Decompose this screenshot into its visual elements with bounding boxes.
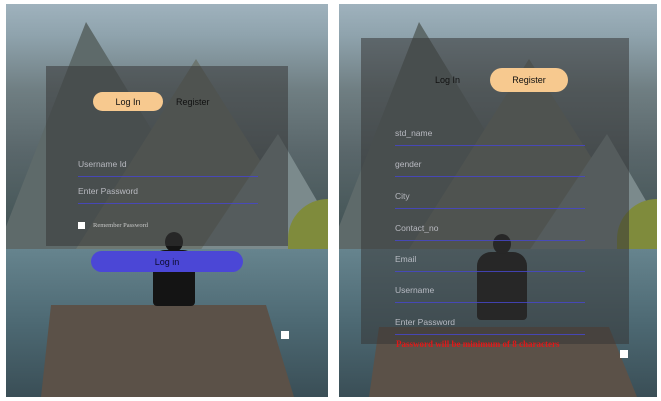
username-field[interactable]: Username Id <box>78 159 258 177</box>
login-form-box <box>46 66 288 246</box>
std-name-placeholder: std_name <box>395 128 433 138</box>
city-field[interactable]: City <box>395 191 585 209</box>
white-square-marker <box>620 350 628 358</box>
login-button[interactable]: Log in <box>91 251 243 272</box>
city-placeholder: City <box>395 191 410 201</box>
username-placeholder: Username Id <box>78 159 127 169</box>
email-placeholder: Email <box>395 254 417 264</box>
username-field[interactable]: Username <box>395 285 585 303</box>
remember-label: Remember Password <box>93 222 149 229</box>
password-placeholder: Enter Password <box>78 186 138 196</box>
contact-no-field[interactable]: Contact_no <box>395 223 585 241</box>
password-field[interactable]: Enter Password <box>78 186 258 204</box>
tab-login[interactable]: Log In <box>435 75 460 85</box>
email-field[interactable]: Email <box>395 254 585 272</box>
gender-placeholder: gender <box>395 159 422 169</box>
white-square-marker <box>281 331 289 339</box>
tab-login[interactable]: Log In <box>93 92 163 111</box>
password-error-message: Password will be minimum of 8 characters <box>396 339 560 349</box>
password-field[interactable]: Enter Password <box>395 317 585 335</box>
login-screen: Log In Register Username Id Enter Passwo… <box>6 4 328 397</box>
tab-register[interactable]: Register <box>490 68 568 92</box>
gender-field[interactable]: gender <box>395 159 585 177</box>
tab-register[interactable]: Register <box>176 97 210 107</box>
username-placeholder: Username <box>395 285 435 295</box>
contact-no-placeholder: Contact_no <box>395 223 439 233</box>
remember-checkbox[interactable] <box>78 222 85 229</box>
password-placeholder: Enter Password <box>395 317 455 327</box>
std-name-field[interactable]: std_name <box>395 128 585 146</box>
register-screen: Log In Register std_name gender City Con… <box>339 4 657 397</box>
